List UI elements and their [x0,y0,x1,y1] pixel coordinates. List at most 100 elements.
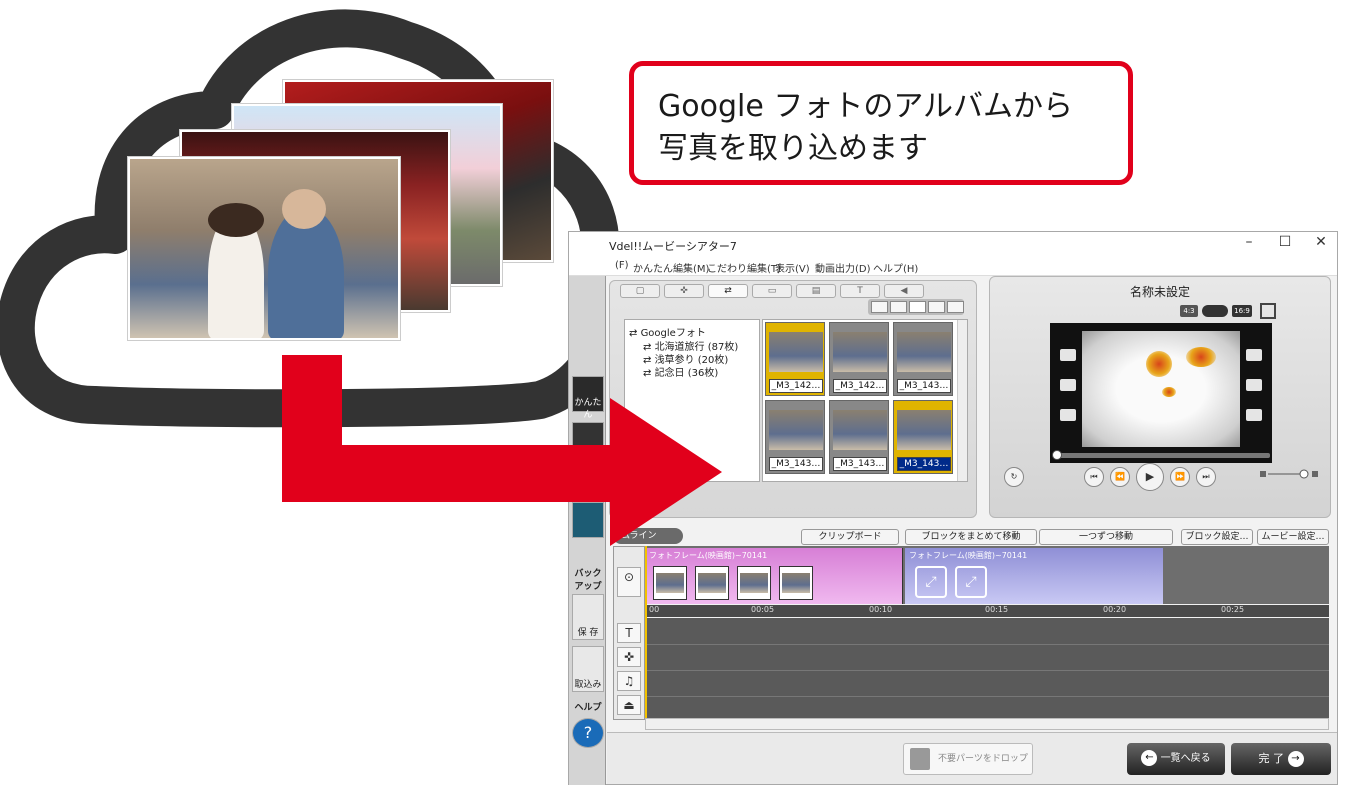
camera-icon[interactable]: ⊙ [617,567,641,597]
view-medium-icon[interactable] [909,301,926,313]
menu-bar: (F) かんたん編集(M) こだわり編集(T) 表示(V) 動画出力(D) ヘル… [569,256,1337,276]
light-blob [1162,387,1176,397]
ratio-4-3[interactable]: 4:3 [1180,305,1198,317]
narration-track-button[interactable]: ⏏ [617,695,641,715]
thumbnail-item[interactable]: _M3_142… [829,322,889,396]
ratio-switch[interactable] [1202,305,1228,317]
done-button[interactable]: 完 了 → [1231,743,1331,775]
maximize-button[interactable]: ☐ [1267,234,1303,250]
ratio-16-9[interactable]: 16:9 [1232,305,1252,317]
effect-track-button[interactable]: ✜ [617,647,641,667]
thumbnail-image [897,332,951,372]
text-track-button[interactable]: T [617,623,641,643]
lane-divider [645,644,1329,645]
photo-frame-clip-2[interactable]: フォトフレーム(映画館)~70141 ⤢ ⤢ [905,548,1163,604]
back-to-list-button[interactable]: ← 一覧へ戻る [1127,743,1225,775]
seek-bar[interactable] [1052,450,1270,460]
aspect-ratio-toggle[interactable]: 4:3 16:9 [1180,305,1264,319]
thumbnail-scrollbar[interactable] [957,320,967,481]
ruler-tick: 00:15 [985,605,1009,614]
trash-label: 不要パーツをドロップ [938,754,1028,764]
timeline-toolbar: ムライン クリップボード ブロックをまとめて移動 一つずつ移動 ブロック設定… … [609,528,1335,546]
thumbnail-item[interactable]: _M3_143… [765,400,825,474]
minimize-button[interactable]: – [1231,234,1267,250]
playhead[interactable] [645,546,647,718]
clip-photo[interactable] [653,566,687,600]
menu-file[interactable]: (F) [615,260,629,271]
thumbnail-item[interactable]: _M3_143… [893,400,953,474]
trash-drop-zone[interactable]: 不要パーツをドロップ [903,743,1033,775]
timeline-lanes [645,618,1329,718]
rewind-button[interactable]: ⏪ [1110,467,1130,487]
movie-settings-button[interactable]: ムービー設定… [1257,529,1329,545]
menu-easy-edit[interactable]: かんたん編集(M) [633,260,709,275]
tab-text[interactable]: T [840,284,880,298]
lane-divider [645,670,1329,671]
view-xlarge-icon[interactable] [947,301,964,313]
view-large-icon[interactable] [928,301,945,313]
volume-slider[interactable] [1260,469,1320,479]
film-sprocket [1246,349,1262,361]
skip-end-button[interactable]: ⏭ [1196,467,1216,487]
block-settings-button[interactable]: ブロック設定… [1181,529,1253,545]
tab-templates[interactable]: ▤ [796,284,836,298]
preview-panel: 名称未設定 4:3 16:9 ↻ ⏮ ⏪ ▶ ⏩ ⏭ [989,276,1331,518]
move-block-button[interactable]: ブロックをまとめて移動 [905,529,1037,545]
tab-audio[interactable]: ◀ [884,284,924,298]
music-track-button[interactable]: ♫ [617,671,641,691]
ruler-tick: 00:05 [751,605,775,614]
thumbnail-label: _M3_143… [897,379,951,393]
loop-icon[interactable]: ↻ [1004,467,1024,487]
clip-photo[interactable] [737,566,771,600]
clip-photo[interactable] [695,566,729,600]
seek-knob[interactable] [1052,450,1062,460]
preview-image [1082,331,1240,447]
thumbnail-label: _M3_143… [833,457,887,471]
tab-effects[interactable]: ✜ [664,284,704,298]
ruler-tick: 00:20 [1103,605,1127,614]
thumbnail-item[interactable]: _M3_143… [829,400,889,474]
tree-root-google-photos[interactable]: ⇄ Googleフォト [629,324,706,339]
ruler-tick: 00:10 [869,605,893,614]
menu-video-output[interactable]: 動画出力(D) [815,260,871,275]
clapper-icon[interactable] [572,422,604,458]
track-tools: ⊙ T ✜ ♫ ⏏ [613,546,645,720]
thumbnail-item[interactable]: _M3_143… [893,322,953,396]
drop-photo-icon[interactable]: ⤢ [955,566,987,598]
view-list-icon[interactable] [871,301,888,313]
timeline-tab[interactable]: ムライン [613,528,683,544]
menu-view[interactable]: 表示(V) [775,260,810,275]
tree-album-anniversary[interactable]: ⇄ 記念日 (36枚) [643,364,718,379]
thumbnail-image [833,332,887,372]
thumbnail-label: _M3_143… [769,457,823,471]
tab-image[interactable]: ▢ [620,284,660,298]
menu-advanced-edit[interactable]: こだわり編集(T) [707,260,781,275]
menu-help[interactable]: ヘルプ(H) [873,260,918,275]
clip-label: フォトフレーム(映画館)~70141 [649,551,768,560]
fast-forward-button[interactable]: ⏩ [1170,467,1190,487]
drop-photo-icon[interactable]: ⤢ [915,566,947,598]
skip-start-button[interactable]: ⏮ [1084,467,1104,487]
help-icon[interactable]: ? [572,718,604,748]
import-button[interactable]: 取込み [572,646,604,692]
close-button[interactable]: ✕ [1303,234,1339,250]
fullscreen-icon[interactable] [1260,303,1276,319]
thumbnail-item[interactable]: _M3_142… [765,322,825,396]
arrow-left-icon: ← [1141,750,1158,766]
kantan-button[interactable]: かんたん [572,376,604,420]
timeline-scrollbar[interactable] [645,718,1329,730]
film-sprocket [1246,409,1262,421]
move-one-button[interactable]: 一つずつ移動 [1039,529,1173,545]
ruler-tick: 00:25 [1221,605,1245,614]
kantan-label: かんたん [574,398,602,420]
clipboard-button[interactable]: クリップボード [801,529,899,545]
tab-google-photos[interactable]: ⇄ [708,284,748,298]
view-small-icon[interactable] [890,301,907,313]
tab-frames[interactable]: ▭ [752,284,792,298]
clip-photo[interactable] [779,566,813,600]
disc-icon[interactable] [572,502,604,538]
photo-frame-clip-1[interactable]: フォトフレーム(映画館)~70141 [645,548,903,604]
save-button[interactable]: 保 存 [572,594,604,640]
play-button[interactable]: ▶ [1136,463,1164,491]
clip-photo-image [698,573,726,593]
